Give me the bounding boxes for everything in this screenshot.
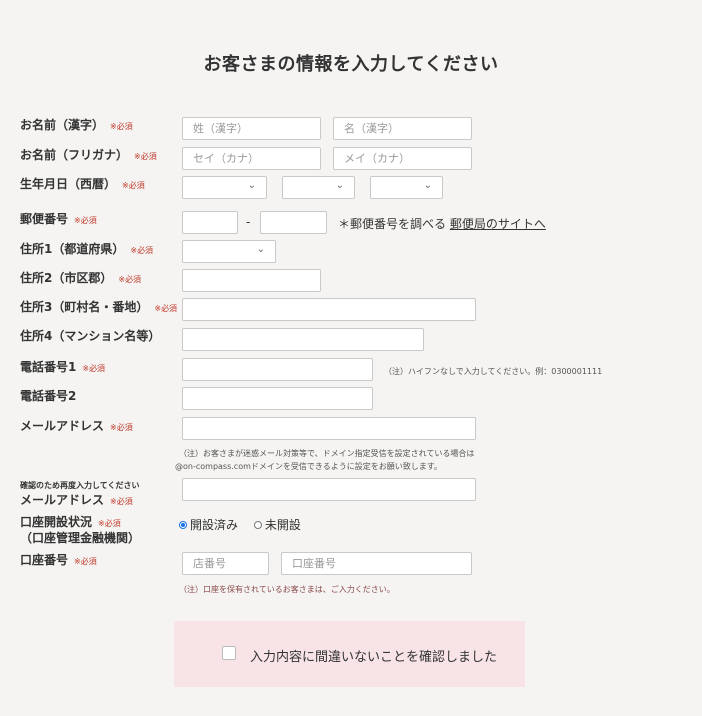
branch-number-input[interactable] bbox=[182, 552, 269, 575]
required-mark: ※必須 bbox=[74, 557, 97, 566]
required-mark: ※必須 bbox=[110, 497, 133, 506]
account-status-radio-group: 開設済み 未開設 bbox=[179, 516, 313, 533]
chevron-down-icon: ⌄ bbox=[256, 244, 265, 255]
required-mark: ※必須 bbox=[122, 181, 145, 190]
email-confirm-input[interactable] bbox=[182, 478, 476, 501]
required-mark: ※必須 bbox=[98, 519, 121, 528]
phone2-input[interactable] bbox=[182, 387, 373, 410]
phone1-note: （注）ハイフンなしで入力してください。例：0300001111 bbox=[384, 367, 603, 376]
birth-year-select[interactable]: ⌄ bbox=[182, 176, 267, 199]
street-input[interactable] bbox=[182, 298, 476, 321]
address1-label: 住所1（都道府県） ※必須 bbox=[20, 242, 154, 256]
checkbox-icon[interactable] bbox=[222, 646, 236, 660]
last-name-kana-input[interactable] bbox=[182, 147, 321, 170]
zip-label: 郵便番号 ※必須 bbox=[20, 212, 97, 226]
zip-lookup: ＊郵便番号を調べる 郵便局のサイトへ bbox=[338, 217, 546, 231]
required-mark: ※必須 bbox=[82, 364, 106, 373]
required-mark: ※必須 bbox=[134, 152, 157, 161]
address2-label: 住所2（市区郡） ※必須 bbox=[20, 271, 142, 285]
phone1-label: 電話番号1 ※必須 bbox=[20, 360, 106, 374]
account-status-label: 口座開設状況 ※必須 （口座管理金融機関） bbox=[20, 515, 141, 545]
zip-second-input[interactable] bbox=[260, 211, 327, 234]
account-number-label: 口座番号 ※必須 bbox=[20, 553, 97, 567]
account-number-input[interactable] bbox=[281, 552, 472, 575]
page-title: お客さまの情報を入力してください bbox=[203, 54, 499, 75]
building-input[interactable] bbox=[182, 328, 424, 351]
confirm-text[interactable]: 入力内容に間違いないことを確認しました bbox=[250, 646, 497, 665]
required-mark: ※必須 bbox=[118, 275, 142, 284]
account-number-note: （注）口座を保有されているお客さまは、ご入力ください。 bbox=[179, 585, 395, 594]
first-name-kana-input[interactable] bbox=[333, 147, 472, 170]
account-opened-radio[interactable]: 開設済み bbox=[179, 516, 238, 533]
birth-month-select[interactable]: ⌄ bbox=[282, 176, 355, 199]
name-kanji-label: お名前（漢字） ※必須 bbox=[20, 118, 133, 132]
chevron-down-icon: ⌄ bbox=[423, 180, 432, 191]
email-confirm-sublabel: 確認のため再度入力してください bbox=[20, 481, 140, 490]
last-name-kanji-input[interactable] bbox=[182, 117, 321, 140]
email-confirm-label: 確認のため再度入力してください メールアドレス ※必須 bbox=[20, 481, 140, 507]
post-office-link[interactable]: 郵便局のサイトへ bbox=[450, 217, 546, 231]
prefecture-select[interactable]: ⌄ bbox=[182, 240, 276, 263]
name-kana-label: お名前（フリガナ） ※必須 bbox=[20, 148, 157, 162]
required-mark: ※必須 bbox=[74, 216, 97, 225]
required-mark: ※必須 bbox=[130, 246, 154, 255]
phone2-label: 電話番号2 bbox=[20, 389, 77, 403]
chevron-down-icon: ⌄ bbox=[335, 180, 344, 191]
address4-label: 住所4（マンション名等） bbox=[20, 329, 161, 343]
email-label: メールアドレス ※必須 bbox=[20, 419, 133, 433]
first-name-kanji-input[interactable] bbox=[333, 117, 472, 140]
email-note-line1: （注）お客さまが迷惑メール対策等で、ドメイン指定受信を設定されている場合は bbox=[179, 449, 475, 458]
phone1-input[interactable] bbox=[182, 358, 373, 381]
zip-first-input[interactable] bbox=[182, 211, 238, 234]
address3-label: 住所3（町村名・番地） ※必須 bbox=[20, 300, 178, 314]
radio-selected-icon bbox=[179, 520, 187, 529]
required-mark: ※必須 bbox=[110, 423, 133, 432]
email-note-line2: @on-compass.comドメインを受信できるように設定をお願い致します。 bbox=[175, 462, 442, 471]
chevron-down-icon: ⌄ bbox=[247, 180, 256, 191]
city-input[interactable] bbox=[182, 269, 321, 292]
email-input[interactable] bbox=[182, 417, 476, 440]
birth-day-select[interactable]: ⌄ bbox=[370, 176, 443, 199]
birthdate-label: 生年月日（西暦） ※必須 bbox=[20, 177, 145, 191]
radio-unselected-icon bbox=[253, 520, 262, 529]
confirm-panel: 入力内容に間違いないことを確認しました bbox=[174, 621, 525, 687]
account-not-opened-radio[interactable]: 未開設 bbox=[253, 516, 301, 533]
required-mark: ※必須 bbox=[110, 122, 133, 131]
zip-dash: - bbox=[246, 215, 251, 229]
required-mark: ※必須 bbox=[154, 304, 178, 313]
